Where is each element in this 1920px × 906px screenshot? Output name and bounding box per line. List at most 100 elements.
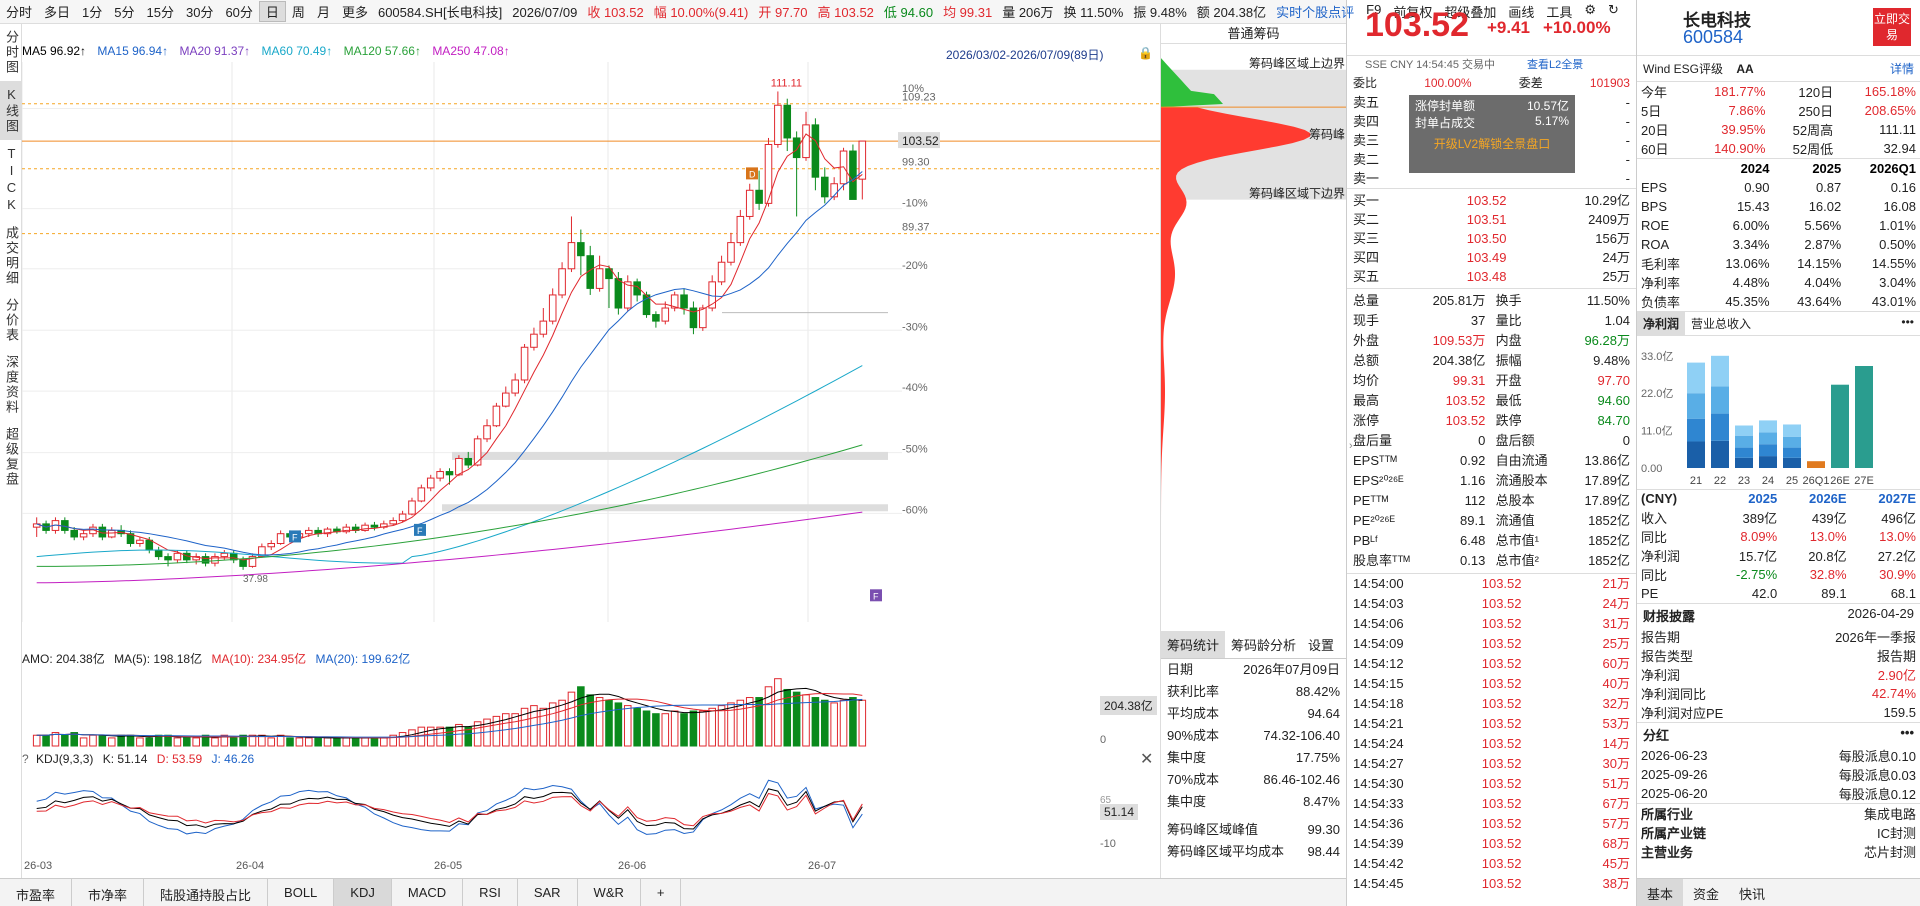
period-tab-1[interactable]: 多日 bbox=[38, 2, 76, 21]
table-cell: 13.06% bbox=[1725, 255, 1770, 271]
candle-body bbox=[745, 189, 754, 217]
amo-bar bbox=[858, 699, 867, 747]
close-icon[interactable]: ✕ bbox=[1140, 749, 1153, 769]
period-tab-6[interactable]: 60分 bbox=[219, 2, 258, 21]
info-tab-1[interactable]: 资金 bbox=[1683, 879, 1729, 906]
tick-time: 14:54:42 bbox=[1353, 856, 1404, 871]
table-cell: ROA bbox=[1641, 236, 1670, 252]
tick-price: 103.52 bbox=[1481, 796, 1522, 811]
table-cell: 8.09% bbox=[1740, 529, 1778, 544]
period-tab-9[interactable]: 月 bbox=[311, 2, 336, 21]
indicator-tab-0[interactable]: 市盈率 bbox=[0, 879, 73, 906]
bar-y-label: 11.0亿 bbox=[1641, 424, 1673, 437]
industry-table: 所属行业 集成电路 所属产业链 IC封测 主营业务 芯片封测 bbox=[1637, 803, 1920, 861]
table-row: 净利率 4.48% 4.04% 3.04% bbox=[1637, 273, 1920, 292]
candle-body bbox=[173, 552, 182, 561]
indicator-tab-8[interactable]: W&R bbox=[578, 879, 641, 906]
period-tab-5[interactable]: 30分 bbox=[180, 2, 219, 21]
stat-value: 0 bbox=[1622, 433, 1630, 448]
candle-body bbox=[727, 242, 735, 263]
indicator-tab-3[interactable]: BOLL bbox=[268, 879, 335, 906]
toolbar-item-0[interactable]: 实时个股点评 bbox=[1276, 2, 1354, 21]
table-row: 净利润 2.90亿 bbox=[1637, 665, 1920, 684]
weicha-value: 101903 bbox=[1589, 76, 1630, 90]
chip-stat-value: 2026年07月09日 bbox=[1243, 662, 1340, 677]
candlestick-chart[interactable]: 10%109.23103.5299.30-10%89.37-20%-30%-40… bbox=[22, 62, 1160, 654]
profit-bar-seg bbox=[1783, 423, 1801, 437]
stat-value: 94.60 bbox=[1597, 393, 1630, 408]
table-row: 5日 7.86% 250日 208.65% bbox=[1637, 101, 1920, 120]
left-nav-item-1[interactable]: K线图 bbox=[0, 81, 22, 140]
stat-value: 89.1 bbox=[1460, 513, 1486, 528]
chip-tab-1[interactable]: 筹码龄分析 bbox=[1225, 631, 1302, 658]
candle-body bbox=[614, 278, 623, 309]
table-cell: EPS bbox=[1641, 179, 1668, 195]
info-tab-2[interactable]: 快讯 bbox=[1729, 879, 1775, 906]
chip-title[interactable]: 普通筹码 bbox=[1161, 24, 1346, 44]
trade-button[interactable]: 立即交易 bbox=[1873, 8, 1911, 46]
table-cell: 16.02 bbox=[1808, 198, 1842, 214]
x-tick-3: 26-06 bbox=[618, 860, 647, 872]
indicator-tab-7[interactable]: SAR bbox=[518, 879, 578, 906]
unlock-l2-button[interactable]: 开级LV2解锁全景盘口 bbox=[1415, 135, 1569, 152]
period-tab-4[interactable]: 15分 bbox=[141, 2, 180, 21]
tick-price: 103.52 bbox=[1481, 596, 1522, 611]
left-nav-item-6[interactable]: 超级复盘 bbox=[0, 421, 22, 493]
date-range[interactable]: 2026/03/02-2026/07/09(89日) bbox=[946, 46, 1103, 63]
table-row: PE 42.0 89.1 68.1 bbox=[1637, 584, 1920, 603]
period-tab-10[interactable]: 更多 bbox=[336, 2, 374, 21]
esg-detail-link[interactable]: 详情 bbox=[1890, 60, 1914, 77]
left-nav-item-3[interactable]: 成交明细 bbox=[0, 220, 22, 292]
ask-book: 涨停封单额 10.57亿 封单占成交 5.17% 开级LV2解锁全景盘口 卖五 - 卖四… bbox=[1347, 93, 1636, 189]
amo-bar bbox=[633, 707, 641, 747]
period-tab-2[interactable]: 1分 bbox=[76, 2, 108, 21]
summary-turnover: 换 11.50% bbox=[1063, 5, 1124, 20]
more-icon[interactable]: ••• bbox=[1895, 312, 1920, 335]
tick-list[interactable]: 14:54:00 103.52 21万 14:54:03 103.52 24万 14:54:… bbox=[1347, 574, 1636, 894]
profit-tab-0[interactable]: 净利润 bbox=[1637, 311, 1686, 335]
quote-stat-row: PEᵀᵀᴹ 112 总股本 17.89亿 bbox=[1347, 491, 1636, 511]
tick-time: 14:54:45 bbox=[1353, 876, 1404, 891]
left-nav-item-4[interactable]: 分价表 bbox=[0, 292, 22, 349]
candle-body bbox=[79, 533, 88, 538]
indicator-tab-4[interactable]: KDJ bbox=[334, 879, 392, 906]
period-tab-3[interactable]: 5分 bbox=[108, 2, 140, 21]
left-nav-item-2[interactable]: TICK bbox=[0, 140, 22, 220]
info-tab-0[interactable]: 基本 bbox=[1637, 879, 1684, 906]
lock-icon[interactable]: 🔒 bbox=[1138, 46, 1153, 60]
table-row: 60日 140.90% 52周低 32.94 bbox=[1637, 139, 1920, 158]
period-tab-7[interactable]: 日 bbox=[258, 1, 286, 22]
more-icon[interactable]: ••• bbox=[1900, 725, 1914, 744]
indicator-tab-1[interactable]: 市净率 bbox=[72, 879, 145, 906]
indicator-tab-5[interactable]: MACD bbox=[392, 879, 464, 906]
stat-label: 总市值¹ bbox=[1495, 533, 1539, 548]
table-row: 负债率 45.35% 43.64% 43.01% bbox=[1637, 292, 1920, 311]
indicator-tab-6[interactable]: RSI bbox=[463, 879, 518, 906]
chip-tab-0[interactable]: 筹码统计 bbox=[1161, 631, 1226, 658]
period-tab-0[interactable]: 分时 bbox=[0, 2, 38, 21]
tick-volume: 57万 bbox=[1602, 816, 1630, 831]
amo-bar bbox=[792, 691, 801, 747]
financial-table: 2024 2025 2026Q1 EPS 0.90 0.87 0.16 BPS 15.43 16.… bbox=[1637, 158, 1920, 311]
tick-row: 14:54:27 103.52 30万 bbox=[1347, 754, 1636, 774]
indicator-tab-2[interactable]: 陆股通持股占比 bbox=[144, 879, 269, 906]
chip-stat-value: 74.32-106.40 bbox=[1263, 728, 1340, 743]
chip-tab-2[interactable]: 设置 bbox=[1302, 631, 1340, 658]
table-cell: 2025 bbox=[1812, 160, 1842, 176]
profit-tab-1[interactable]: 营业总收入 bbox=[1685, 312, 1757, 335]
left-nav-item-0[interactable]: 分时图 bbox=[0, 24, 22, 81]
period-tab-8[interactable]: 周 bbox=[286, 2, 311, 21]
l2-link[interactable]: 查看L2全景 bbox=[1527, 56, 1583, 72]
left-nav-item-5[interactable]: 深度资料 bbox=[0, 349, 22, 421]
table-cell: 2026E bbox=[1808, 491, 1847, 507]
tick-volume: 40万 bbox=[1602, 676, 1630, 691]
profit-bar-seg bbox=[1711, 413, 1729, 441]
tick-volume: 45万 bbox=[1602, 856, 1630, 871]
candle-body bbox=[717, 261, 726, 283]
quote-summary: 600584.SH[长电科技] 2026/07/09 收 103.52 幅 10.00… bbox=[378, 2, 1276, 21]
table-row: 2025-09-26 每股派息0.03 bbox=[1637, 765, 1920, 784]
stat-value: 6.48 bbox=[1460, 533, 1486, 548]
indicator-tab-9[interactable]: + bbox=[641, 879, 682, 906]
tick-row: 14:54:06 103.52 31万 bbox=[1347, 614, 1636, 634]
help-icon[interactable]: ? bbox=[22, 752, 29, 766]
